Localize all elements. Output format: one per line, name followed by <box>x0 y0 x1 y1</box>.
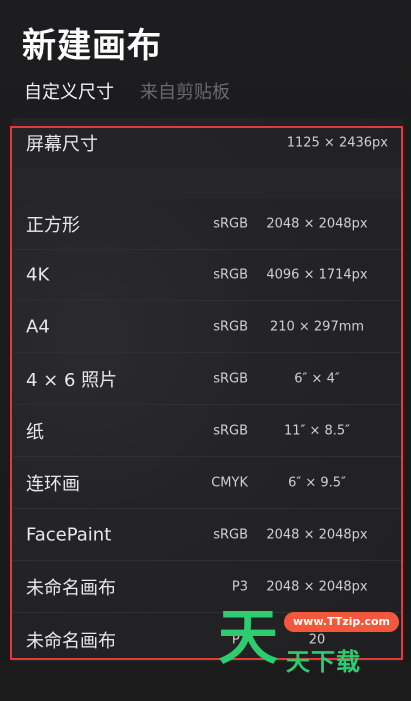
preset-color-space: sRGB <box>213 423 248 439</box>
preset-color-space: CMYK <box>211 475 248 491</box>
preset-color-space: sRGB <box>213 216 248 232</box>
preset-row-square[interactable]: 正方形 sRGB 2048 × 2048px <box>12 199 402 250</box>
preset-dimensions: 6″ × 9.5″ <box>288 475 346 491</box>
tab-custom-size[interactable]: 自定义尺寸 <box>24 78 114 104</box>
screen-size-dimensions: 1125 × 2436px <box>286 135 388 151</box>
preset-name: 纸 <box>26 422 44 443</box>
preset-name: FacePaint <box>26 524 112 546</box>
preset-name: 未命名画布 <box>26 630 116 652</box>
screen-size-row[interactable]: 屏幕尺寸 1125 × 2436px <box>12 118 402 168</box>
preset-row-a4[interactable]: A4 sRGB 210 × 297mm <box>12 302 402 353</box>
preset-row-photo[interactable]: 4 × 6 照片 sRGB 6″ × 4″ <box>12 354 402 405</box>
preset-row-comic[interactable]: 连环画 CMYK 6″ × 9.5″ <box>12 458 402 509</box>
preset-dimensions: 11″ × 8.5″ <box>283 423 351 439</box>
preset-dimensions: 210 × 297mm <box>269 319 365 335</box>
preset-name: 4 × 6 照片 <box>26 370 118 391</box>
canvas-source-tabs: 自定义尺寸 来自剪贴板 <box>24 78 230 104</box>
preset-color-space: sRGB <box>213 267 248 283</box>
preset-dimensions: 2048 × 2048px <box>266 216 368 232</box>
preset-color-space: sRGB <box>213 527 248 543</box>
preset-name: 连环画 <box>26 474 80 495</box>
section-divider <box>12 168 402 199</box>
preset-row-untitled-1[interactable]: 未命名画布 P3 2048 × 2048px <box>12 562 402 613</box>
preset-dimensions: 2048 × 2048px <box>266 527 368 543</box>
preset-color-space: P3 <box>231 579 248 595</box>
bottom-area <box>0 662 411 701</box>
tab-from-clipboard[interactable]: 来自剪贴板 <box>140 78 230 104</box>
preset-name: 未命名画布 <box>26 578 116 599</box>
preset-dimensions: 6″ × 4″ <box>294 371 340 387</box>
preset-name: A4 <box>26 316 50 338</box>
preset-row-facepaint[interactable]: FacePaint sRGB 2048 × 2048px <box>12 510 402 561</box>
preset-dimensions: 20 <box>308 632 326 647</box>
preset-row-paper[interactable]: 纸 sRGB 11″ × 8.5″ <box>12 406 402 457</box>
preset-name: 正方形 <box>26 215 80 236</box>
preset-color-space: sRGB <box>213 371 248 387</box>
canvas-preset-list: 屏幕尺寸 1125 × 2436px 正方形 sRGB 2048 × 2048p… <box>12 118 402 662</box>
preset-dimensions: 4096 × 1714px <box>266 267 368 283</box>
new-canvas-screen: 新建画布 自定义尺寸 来自剪贴板 屏幕尺寸 1125 × 2436px 正方形 … <box>0 0 411 701</box>
preset-name: 4K <box>26 264 50 286</box>
preset-row-4k[interactable]: 4K sRGB 4096 × 1714px <box>12 250 402 301</box>
screen-size-label: 屏幕尺寸 <box>26 134 98 155</box>
preset-color-space: sRGB <box>213 319 248 335</box>
preset-dimensions: 2048 × 2048px <box>266 579 368 595</box>
page-title: 新建画布 <box>22 26 162 66</box>
preset-color-space: P3 <box>231 632 248 647</box>
preset-row-untitled-2[interactable]: 未命名画布 P3 20 <box>12 614 402 662</box>
